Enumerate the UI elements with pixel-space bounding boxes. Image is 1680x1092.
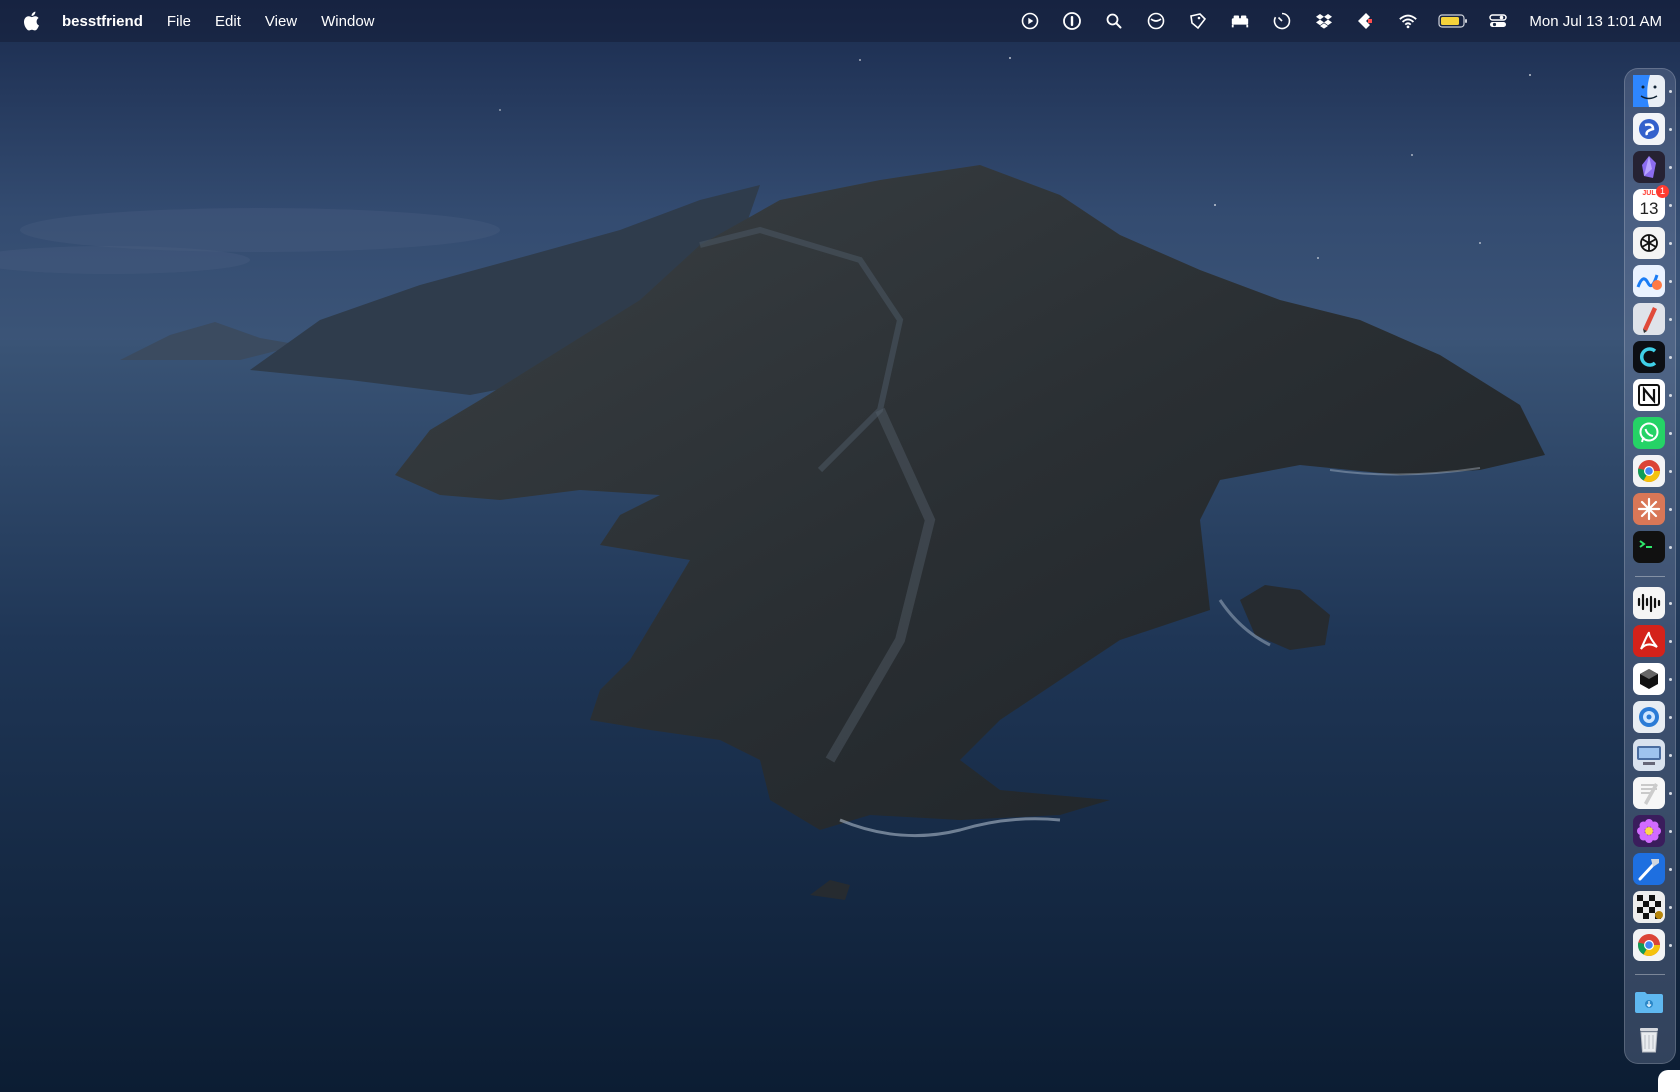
downloads-folder-icon: [1635, 992, 1663, 1013]
apple-logo-icon: [24, 11, 39, 31]
menu-bar-status-area: Mon Jul 13 1:01 AM: [1009, 0, 1662, 42]
play-circle-icon[interactable]: [1009, 0, 1051, 42]
menu-bar-left: besstfriend File Edit View Window: [0, 0, 387, 42]
timer-icon[interactable]: [1261, 0, 1303, 42]
dock-app-notion[interactable]: [1633, 379, 1665, 411]
notion-icon: [1633, 379, 1665, 411]
wifi-icon[interactable]: [1387, 0, 1429, 42]
dock-app-proxyman[interactable]: [1633, 701, 1665, 733]
cube-icon: [1633, 663, 1665, 695]
dock-app-whatsapp[interactable]: [1633, 417, 1665, 449]
menu-window[interactable]: Window: [309, 13, 386, 30]
dock-trash[interactable]: [1633, 1023, 1665, 1055]
calendar-day: 13: [1639, 199, 1659, 218]
dock-app-simplenote[interactable]: [1633, 113, 1665, 145]
shield-tag-icon[interactable]: [1177, 0, 1219, 42]
dock-app-chatgpt[interactable]: [1633, 227, 1665, 259]
waveform-icon: [1633, 587, 1665, 619]
textedit-icon: [1633, 777, 1665, 809]
finder-icon: [1633, 75, 1665, 107]
arc-icon: [1633, 341, 1665, 373]
flower-icon: [1633, 815, 1665, 847]
menu-view[interactable]: View: [253, 13, 309, 30]
proxyman-icon: [1633, 701, 1665, 733]
bed-icon[interactable]: [1219, 0, 1261, 42]
menu-file[interactable]: File: [155, 13, 203, 30]
xcode-icon: [1633, 853, 1665, 885]
figma-icon[interactable]: [1345, 0, 1387, 42]
apple-menu-button[interactable]: [0, 11, 62, 31]
dock-downloads-folder[interactable]: [1633, 985, 1665, 1017]
dock-app-arc[interactable]: [1633, 341, 1665, 373]
menu-bar-clock[interactable]: Mon Jul 13 1:01 AM: [1529, 13, 1662, 30]
active-app-name[interactable]: besstfriend: [62, 13, 155, 30]
dock-app-pencil[interactable]: [1633, 303, 1665, 335]
battery-icon[interactable]: [1429, 0, 1477, 42]
obsidian-icon: [1633, 151, 1665, 183]
dock-app-finder[interactable]: [1633, 75, 1665, 107]
dock-app-chrome-canary[interactable]: [1633, 929, 1665, 961]
trash-icon: [1640, 1028, 1658, 1053]
screens-icon: [1633, 739, 1665, 771]
dock-app-cube[interactable]: [1633, 663, 1665, 695]
dock-app-textedit[interactable]: [1633, 777, 1665, 809]
desktop-wallpaper: [0, 0, 1680, 1092]
chrome-icon: [1633, 929, 1665, 961]
dock-app-terminal[interactable]: [1633, 531, 1665, 563]
dock-app-claude[interactable]: [1633, 493, 1665, 525]
dock: JUL 13 1: [1624, 68, 1676, 1064]
chatgpt-icon: [1633, 227, 1665, 259]
dock-app-screens[interactable]: [1633, 739, 1665, 771]
dock-app-xcode[interactable]: [1633, 853, 1665, 885]
info-circle-icon[interactable]: [1051, 0, 1093, 42]
dock-app-flower[interactable]: [1633, 815, 1665, 847]
chess-icon: [1633, 891, 1665, 923]
dock-separator: [1635, 974, 1665, 975]
dock-app-waveform[interactable]: [1633, 587, 1665, 619]
freeform-icon: [1633, 265, 1665, 297]
notification-badge: 1: [1656, 185, 1669, 198]
dock-app-chrome[interactable]: [1633, 455, 1665, 487]
control-center-icon[interactable]: [1477, 0, 1519, 42]
dock-app-freeform[interactable]: [1633, 265, 1665, 297]
dock-app-calendar[interactable]: JUL 13 1: [1633, 185, 1669, 221]
chrome-icon: [1633, 455, 1665, 487]
terminal-icon: [1633, 531, 1665, 563]
search-icon[interactable]: [1093, 0, 1135, 42]
whatsapp-icon: [1633, 417, 1665, 449]
dock-separator: [1635, 576, 1665, 577]
dock-app-obsidian[interactable]: [1633, 151, 1665, 183]
menu-edit[interactable]: Edit: [203, 13, 253, 30]
dock-app-chess[interactable]: [1633, 891, 1665, 923]
hot-corner-widget[interactable]: [1658, 1070, 1680, 1092]
do-not-disturb-icon[interactable]: [1135, 0, 1177, 42]
simplenote-icon: [1633, 113, 1665, 145]
dropbox-icon[interactable]: [1303, 0, 1345, 42]
acrobat-icon: [1633, 625, 1665, 657]
pencil-app-icon: [1633, 303, 1665, 335]
menu-bar: besstfriend File Edit View Window Mon Ju…: [0, 0, 1680, 42]
claude-icon: [1633, 493, 1665, 525]
wallpaper-image: [0, 0, 1680, 1092]
dock-app-acrobat[interactable]: [1633, 625, 1665, 657]
